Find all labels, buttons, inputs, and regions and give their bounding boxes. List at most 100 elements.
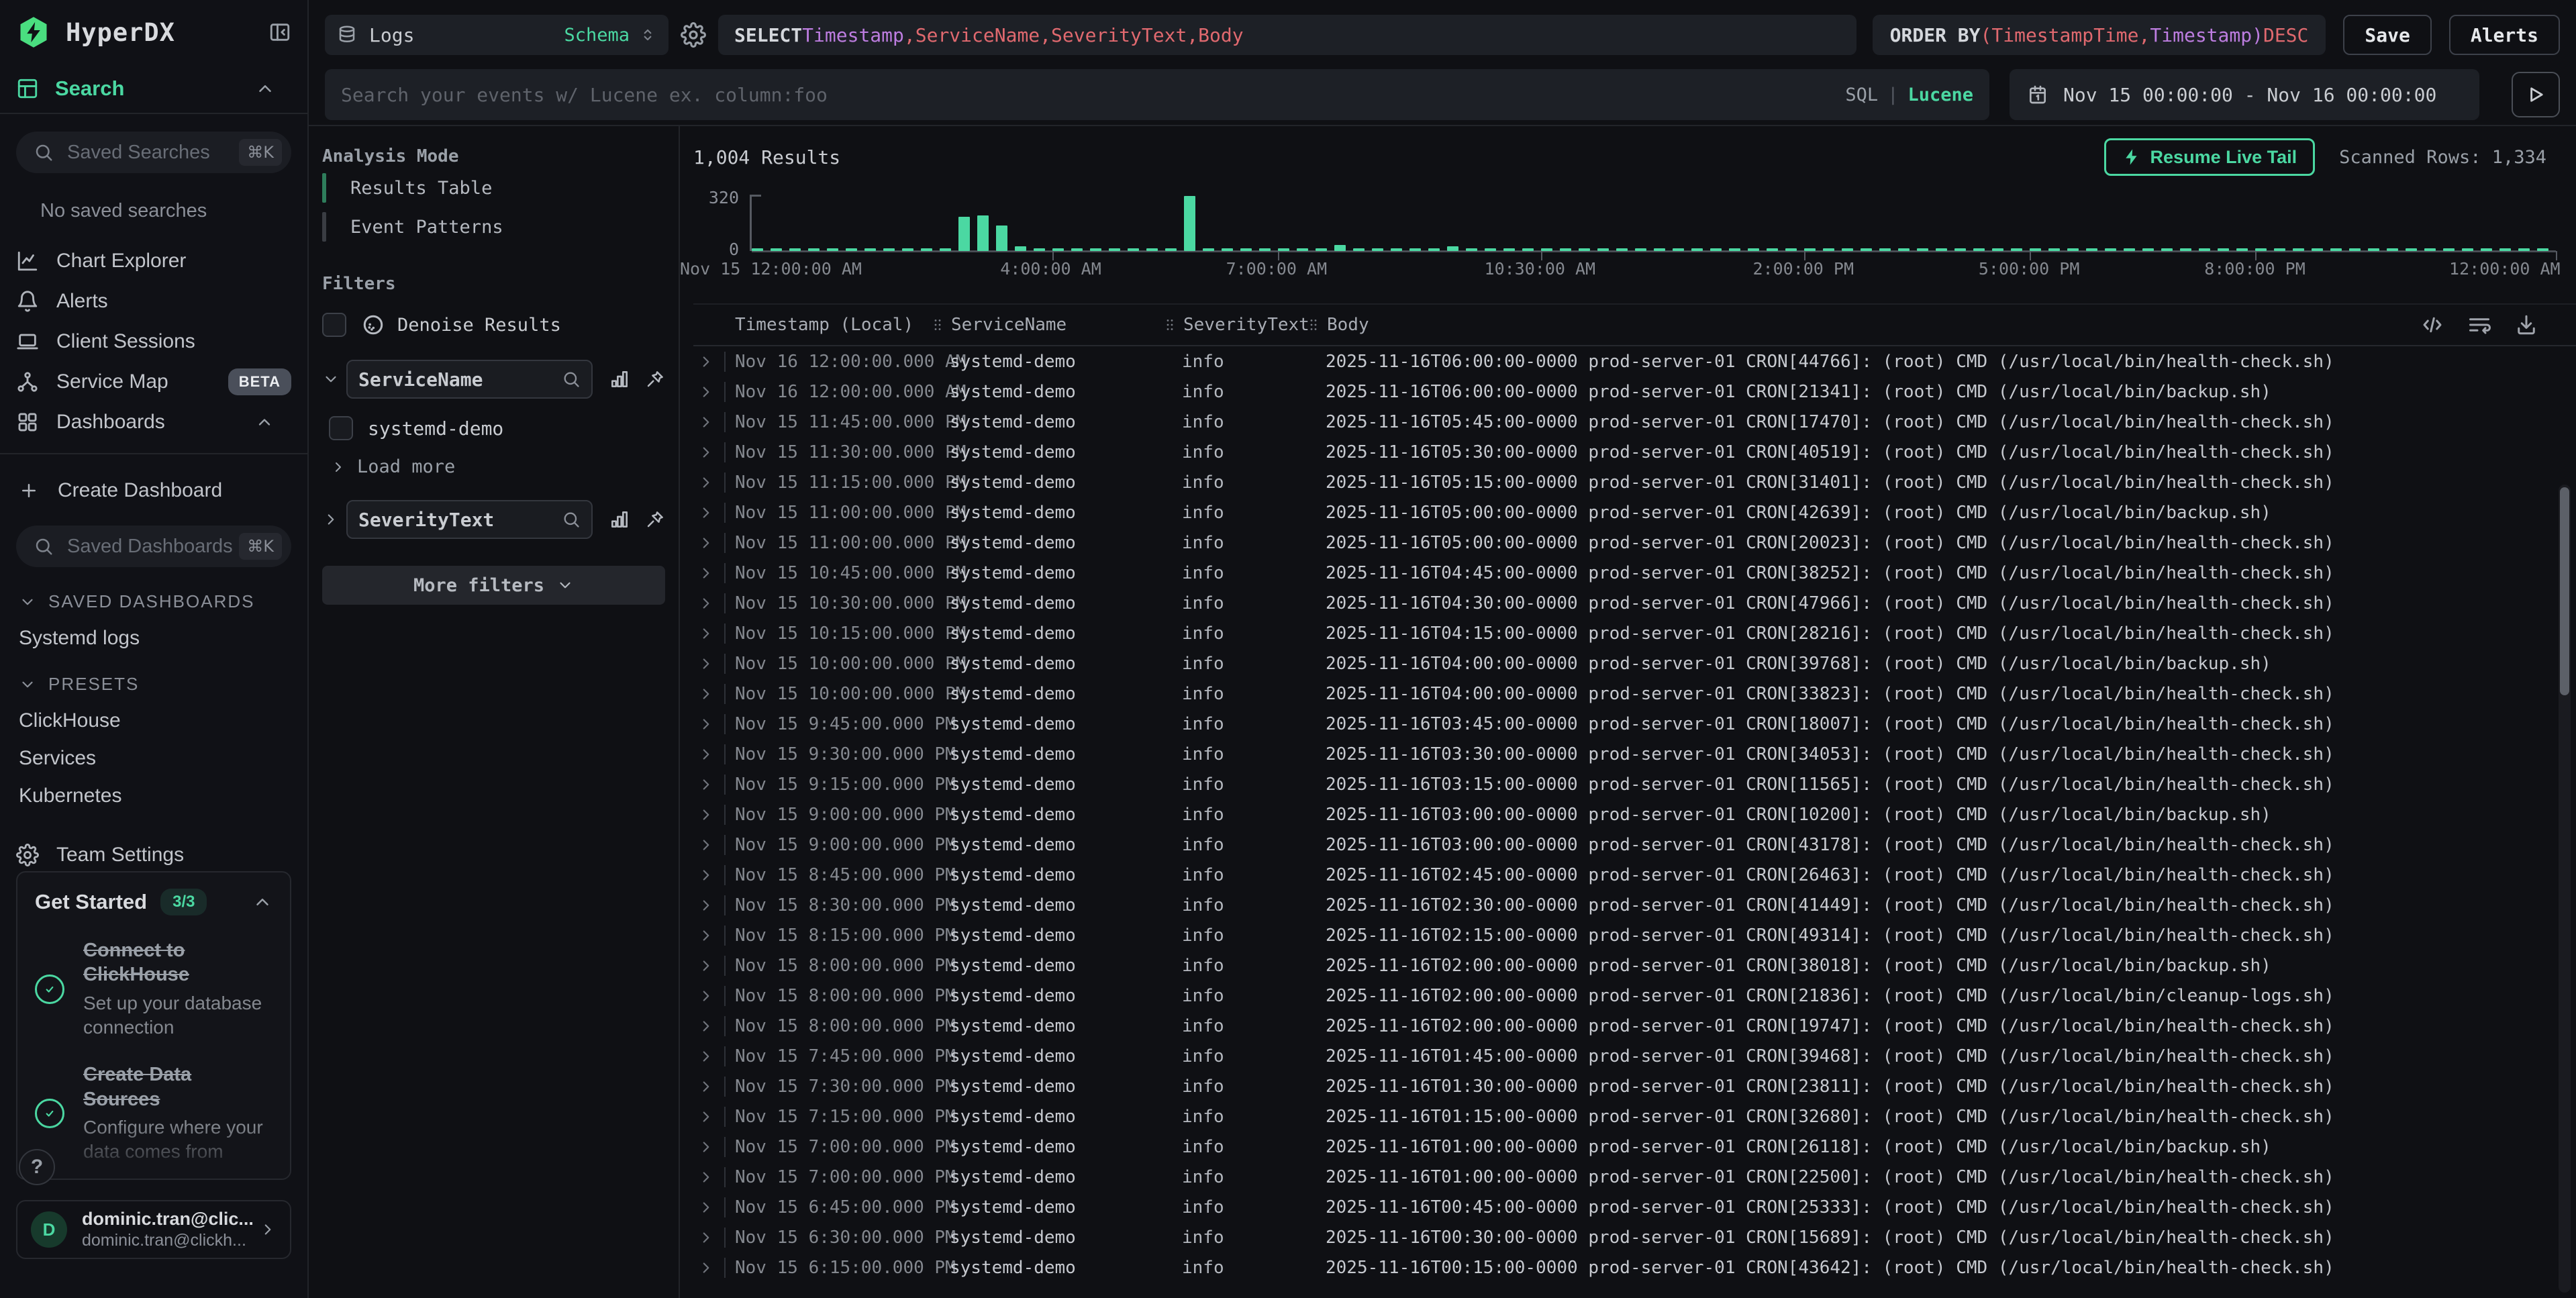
sql-toggle[interactable]: SQL <box>1845 85 1878 105</box>
load-more-button[interactable]: Load more <box>330 456 665 477</box>
histogram-bar[interactable] <box>1184 196 1195 251</box>
log-row[interactable]: Nov 15 6:30:00.000 PMsystemd-demoinfo202… <box>693 1222 2576 1252</box>
event-search-input[interactable] <box>341 84 1832 106</box>
facet-search-servicename[interactable]: ServiceName <box>346 360 593 399</box>
facet-search-severitytext[interactable]: SeverityText <box>346 500 593 539</box>
sidebar-item-client-sessions[interactable]: Client Sessions <box>16 321 291 362</box>
query-language-toggle[interactable]: SQL|Lucene <box>1845 85 1973 105</box>
row-expand-icon[interactable] <box>697 957 715 975</box>
sidebar-item-dashboards[interactable]: Dashboards <box>16 402 291 442</box>
log-row[interactable]: Nov 15 10:30:00.000 PMsystemd-demoinfo20… <box>693 588 2576 618</box>
row-expand-icon[interactable] <box>697 1138 715 1156</box>
histogram-bar[interactable] <box>958 217 970 251</box>
more-filters-button[interactable]: More filters <box>322 566 665 605</box>
resume-live-tail-button[interactable]: Resume Live Tail <box>2104 138 2316 176</box>
log-row[interactable]: Nov 15 8:00:00.000 PMsystemd-demoinfo202… <box>693 950 2576 981</box>
log-row[interactable]: Nov 15 7:15:00.000 PMsystemd-demoinfo202… <box>693 1101 2576 1132</box>
log-row[interactable]: Nov 15 10:45:00.000 PMsystemd-demoinfo20… <box>693 558 2576 588</box>
log-row[interactable]: Nov 15 11:30:00.000 PMsystemd-demoinfo20… <box>693 437 2576 467</box>
sidebar-item-search[interactable]: Search <box>0 64 307 114</box>
log-row[interactable]: Nov 15 9:00:00.000 PMsystemd-demoinfo202… <box>693 830 2576 860</box>
order-by-chip[interactable]: ORDER BY (TimestampTime, Timestamp) DESC <box>1873 15 2326 55</box>
log-row[interactable]: Nov 15 8:30:00.000 PMsystemd-demoinfo202… <box>693 890 2576 920</box>
row-expand-icon[interactable] <box>697 1108 715 1126</box>
row-expand-icon[interactable] <box>697 897 715 914</box>
user-profile[interactable]: D dominic.tran@clic... dominic.tran@clic… <box>16 1200 291 1259</box>
row-expand-icon[interactable] <box>697 866 715 884</box>
row-expand-icon[interactable] <box>697 987 715 1005</box>
presets-group[interactable]: PRESETS <box>19 674 291 695</box>
log-row[interactable]: Nov 15 7:30:00.000 PMsystemd-demoinfo202… <box>693 1071 2576 1101</box>
row-expand-icon[interactable] <box>697 1048 715 1065</box>
saved-dashboards-field[interactable] <box>67 536 239 558</box>
chevron-down-icon[interactable] <box>322 370 340 388</box>
log-row[interactable]: Nov 15 8:15:00.000 PMsystemd-demoinfo202… <box>693 920 2576 950</box>
log-row[interactable]: Nov 15 10:00:00.000 PMsystemd-demoinfo20… <box>693 648 2576 679</box>
scrollbar-thumb[interactable] <box>2560 487 2569 695</box>
select-columns-input[interactable]: SELECT Timestamp,ServiceName,SeverityTex… <box>718 15 1856 55</box>
collapse-sidebar-icon[interactable] <box>268 21 291 44</box>
log-row[interactable]: Nov 15 9:15:00.000 PMsystemd-demoinfo202… <box>693 769 2576 799</box>
row-expand-icon[interactable] <box>697 746 715 763</box>
dashboard-item-services[interactable]: Services <box>16 732 291 770</box>
get-started-step-connect[interactable]: Connect to ClickHouse Set up your databa… <box>35 938 273 1040</box>
row-expand-icon[interactable] <box>697 1168 715 1186</box>
facet-value-checkbox[interactable] <box>329 416 353 440</box>
chevron-right-icon[interactable] <box>322 511 340 528</box>
sidebar-item-alerts[interactable]: Alerts <box>16 281 291 321</box>
log-row[interactable]: Nov 15 7:45:00.000 PMsystemd-demoinfo202… <box>693 1041 2576 1071</box>
log-row[interactable]: Nov 15 8:00:00.000 PMsystemd-demoinfo202… <box>693 1011 2576 1041</box>
row-expand-icon[interactable] <box>697 444 715 461</box>
pin-icon[interactable] <box>645 369 665 389</box>
histogram-bar[interactable] <box>1015 246 1026 251</box>
log-row[interactable]: Nov 15 11:00:00.000 PMsystemd-demoinfo20… <box>693 528 2576 558</box>
row-expand-icon[interactable] <box>697 625 715 642</box>
get-started-step-sources[interactable]: Create Data Sources Configure where your… <box>35 1062 273 1164</box>
wrap-lines-icon[interactable] <box>2467 313 2491 337</box>
sidebar-item-chart-explorer[interactable]: Chart Explorer <box>16 241 291 281</box>
source-settings-gear-icon[interactable] <box>681 22 706 48</box>
histogram-bar[interactable] <box>1334 245 1346 251</box>
log-row[interactable]: Nov 15 7:00:00.000 PMsystemd-demoinfo202… <box>693 1162 2576 1192</box>
column-timestamp[interactable]: Timestamp (Local) <box>735 315 913 335</box>
scrollbar-track[interactable] <box>2559 485 2571 1293</box>
row-expand-icon[interactable] <box>697 927 715 944</box>
row-expand-icon[interactable] <box>697 413 715 431</box>
row-expand-icon[interactable] <box>697 474 715 491</box>
denoise-checkbox[interactable] <box>322 313 346 337</box>
drag-grip-icon[interactable] <box>1162 317 1178 333</box>
row-expand-icon[interactable] <box>697 1259 715 1277</box>
row-expand-icon[interactable] <box>697 504 715 521</box>
date-range-picker[interactable]: Nov 15 00:00:00 - Nov 16 00:00:00 <box>2010 69 2479 120</box>
saved-dashboards-group[interactable]: SAVED DASHBOARDS <box>19 591 291 612</box>
column-servicename[interactable]: ServiceName <box>930 315 1067 335</box>
log-row[interactable]: Nov 15 9:30:00.000 PMsystemd-demoinfo202… <box>693 739 2576 769</box>
log-row[interactable]: Nov 15 8:45:00.000 PMsystemd-demoinfo202… <box>693 860 2576 890</box>
dashboard-item-kubernetes[interactable]: Kubernetes <box>16 770 291 807</box>
histogram-bar[interactable] <box>996 226 1007 251</box>
facet-chart-icon[interactable] <box>609 368 630 390</box>
row-expand-icon[interactable] <box>697 715 715 733</box>
sidebar-item-service-map[interactable]: Service Map BETA <box>16 362 291 402</box>
log-row[interactable]: Nov 15 10:00:00.000 PMsystemd-demoinfo20… <box>693 679 2576 709</box>
histogram-bar[interactable] <box>1447 246 1458 251</box>
row-expand-icon[interactable] <box>697 1199 715 1216</box>
log-row[interactable]: Nov 16 12:00:00.000 AMsystemd-demoinfo20… <box>693 346 2576 377</box>
row-expand-icon[interactable] <box>697 1017 715 1035</box>
alerts-button[interactable]: Alerts <box>2449 15 2560 55</box>
drag-grip-icon[interactable] <box>1305 317 1322 333</box>
sidebar-item-team-settings[interactable]: Team Settings <box>16 844 291 866</box>
saved-searches-field[interactable] <box>67 142 239 164</box>
row-expand-icon[interactable] <box>697 1229 715 1246</box>
dashboard-item-clickhouse[interactable]: ClickHouse <box>16 695 291 732</box>
row-expand-icon[interactable] <box>697 655 715 672</box>
mode-event-patterns[interactable]: Event Patterns <box>322 209 665 244</box>
log-row[interactable]: Nov 15 8:00:00.000 PMsystemd-demoinfo202… <box>693 981 2576 1011</box>
dashboard-item-systemd-logs[interactable]: Systemd logs <box>16 612 291 650</box>
chevron-up-icon[interactable] <box>255 79 275 99</box>
create-dashboard-button[interactable]: Create Dashboard <box>16 469 291 512</box>
column-body[interactable]: Body <box>1305 315 1369 335</box>
log-row[interactable]: Nov 16 12:00:00.000 AMsystemd-demoinfo20… <box>693 377 2576 407</box>
pin-icon[interactable] <box>645 509 665 530</box>
source-select[interactable]: Logs Schema <box>325 15 668 55</box>
